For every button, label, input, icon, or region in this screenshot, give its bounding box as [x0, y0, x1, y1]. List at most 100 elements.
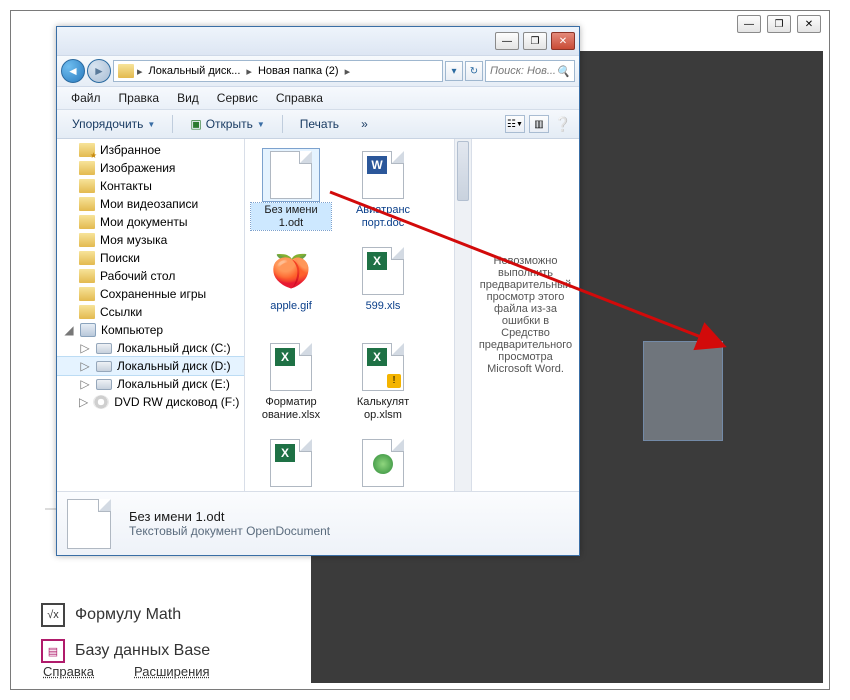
expand-icon[interactable]: ▷ [79, 395, 88, 409]
tree-links[interactable]: Ссылки [100, 305, 142, 319]
favorites-icon [79, 143, 95, 157]
file-label: apple.gif [267, 299, 315, 314]
folder-icon [118, 64, 134, 78]
folder-icon [79, 197, 95, 211]
breadcrumb-seg-2[interactable]: Новая папка (2) [255, 65, 342, 77]
address-bar[interactable]: ▸ Локальный диск... ▸ Новая папка (2) ▸ [113, 60, 443, 82]
preview-error-text: Невозможно выполнить предварительный про… [478, 255, 573, 375]
file-label: Калькулят ор.xlsm [343, 395, 423, 422]
dvd-icon [93, 395, 109, 409]
expand-icon[interactable]: ▷ [79, 341, 91, 355]
menu-help[interactable]: Справка [268, 89, 331, 107]
file-label: Форматир ование.xlsx [251, 395, 331, 422]
word-icon [362, 151, 404, 199]
tree-saved-games[interactable]: Сохраненные игры [100, 287, 206, 301]
file-item-xlsm[interactable]: ! Калькулят ор.xlsm [341, 339, 425, 429]
folder-icon [79, 305, 95, 319]
math-label: Формулу Math [75, 606, 181, 624]
chevron-right-icon[interactable]: ▸ [344, 65, 352, 78]
file-label: Без имени 1.odt [251, 203, 331, 230]
file-item-xlsx[interactable]: Форматир ование.xlsx [249, 339, 333, 429]
breadcrumb-dropdown[interactable]: ▾ [445, 61, 463, 81]
file-label: Авиатранс порт.doc [343, 203, 423, 230]
folder-icon [79, 287, 95, 301]
details-file-icon [67, 499, 111, 549]
bg-extensions-link[interactable]: Расширения [134, 664, 210, 679]
nav-back-button[interactable]: ◄ [61, 59, 85, 83]
expand-icon[interactable]: ▷ [79, 359, 91, 373]
view-mode-button[interactable]: ☷▼ [505, 115, 525, 133]
bg-minimize-button[interactable]: — [737, 15, 761, 33]
organize-button[interactable]: Упорядочить▼ [63, 113, 164, 135]
chevron-right-icon[interactable]: ▸ [245, 65, 253, 78]
tree-disk-e[interactable]: Локальный диск (E:) [117, 377, 230, 391]
menu-file[interactable]: Файл [63, 89, 109, 107]
open-button[interactable]: ▣Открыть▼ [181, 113, 273, 135]
excel-icon [362, 247, 404, 295]
tree-favorites[interactable]: Избранное [100, 143, 161, 157]
tree-videos[interactable]: Мои видеозаписи [100, 197, 198, 211]
drive-icon [96, 361, 112, 372]
bg-help-link[interactable]: Справка [43, 664, 94, 679]
close-button[interactable]: ✕ [551, 32, 575, 50]
folder-icon [79, 161, 95, 175]
tree-disk-c[interactable]: Локальный диск (C:) [117, 341, 231, 355]
details-file-type: Текстовый документ OpenDocument [129, 524, 330, 538]
details-pane: Без имени 1.odt Текстовый документ OpenD… [57, 491, 579, 555]
menu-view[interactable]: Вид [169, 89, 207, 107]
maximize-button[interactable]: ❐ [523, 32, 547, 50]
preview-pane: Невозможно выполнить предварительный про… [471, 139, 579, 491]
search-icon: 🔍 [556, 65, 570, 78]
expand-icon[interactable]: ◢ [63, 323, 75, 337]
file-item-xls[interactable]: 599.xls [341, 243, 425, 333]
explorer-window: — ❐ ✕ ◄ ► ▸ Локальный диск... ▸ Новая па… [56, 26, 580, 556]
folder-icon [79, 251, 95, 265]
file-item-gif[interactable]: 🍑 apple.gif [249, 243, 333, 333]
tree-computer[interactable]: Компьютер [101, 323, 163, 337]
nav-forward-button[interactable]: ► [87, 59, 111, 83]
print-button[interactable]: Печать [291, 113, 348, 135]
preview-pane-button[interactable]: ▥ [529, 115, 549, 133]
tree-contacts[interactable]: Контакты [100, 179, 152, 193]
file-list-scrollbar[interactable] [454, 139, 471, 491]
folder-icon [79, 233, 95, 247]
math-icon: √x [41, 603, 65, 627]
details-file-name: Без имени 1.odt [129, 509, 330, 524]
bg-close-button[interactable]: ✕ [797, 15, 821, 33]
tree-disk-d[interactable]: Локальный диск (D:) [117, 359, 231, 373]
file-item-doc[interactable]: Авиатранс порт.doc [341, 147, 425, 237]
file-item-odt[interactable]: Без имени 1.odt [249, 147, 333, 237]
menu-edit[interactable]: Правка [111, 89, 168, 107]
drive-icon [96, 379, 112, 390]
drop-target-ghost [643, 341, 723, 441]
minimize-button[interactable]: — [495, 32, 519, 50]
scrollbar-handle[interactable] [457, 141, 469, 201]
html-icon [362, 439, 404, 487]
tree-searches[interactable]: Поиски [100, 251, 140, 265]
menu-tools[interactable]: Сервис [209, 89, 266, 107]
tree-dvd[interactable]: DVD RW дисковод (F:) [114, 395, 239, 409]
tree-desktop[interactable]: Рабочий стол [100, 269, 175, 283]
file-label: 599.xls [363, 299, 404, 314]
tree-music[interactable]: Моя музыка [100, 233, 167, 247]
refresh-button[interactable]: ↻ [465, 61, 483, 81]
create-math-item[interactable]: √x Формулу Math [31, 597, 291, 633]
help-icon[interactable]: ❔ [553, 115, 573, 133]
folder-icon [79, 215, 95, 229]
chevron-right-icon[interactable]: ▸ [136, 65, 144, 78]
excel-icon [270, 439, 312, 487]
more-button[interactable]: » [352, 113, 377, 135]
tree-documents[interactable]: Мои документы [100, 215, 187, 229]
tree-pictures[interactable]: Изображения [100, 161, 175, 175]
breadcrumb-seg-1[interactable]: Локальный диск... [146, 65, 244, 77]
search-input[interactable]: Поиск: Нов... 🔍 [485, 60, 575, 82]
file-item-html[interactable]: 599.html [341, 435, 425, 491]
folder-icon [79, 269, 95, 283]
navigation-tree[interactable]: Избранное Изображения Контакты Мои видео… [57, 139, 245, 491]
expand-icon[interactable]: ▷ [79, 377, 91, 391]
file-list[interactable]: Без имени 1.odt Авиатранс порт.doc 🍑 app… [245, 139, 454, 491]
bg-maximize-button[interactable]: ❐ [767, 15, 791, 33]
excel-icon [270, 343, 312, 391]
file-item-xlsx2[interactable]: 599.xlsx [249, 435, 333, 491]
drive-icon [96, 343, 112, 354]
